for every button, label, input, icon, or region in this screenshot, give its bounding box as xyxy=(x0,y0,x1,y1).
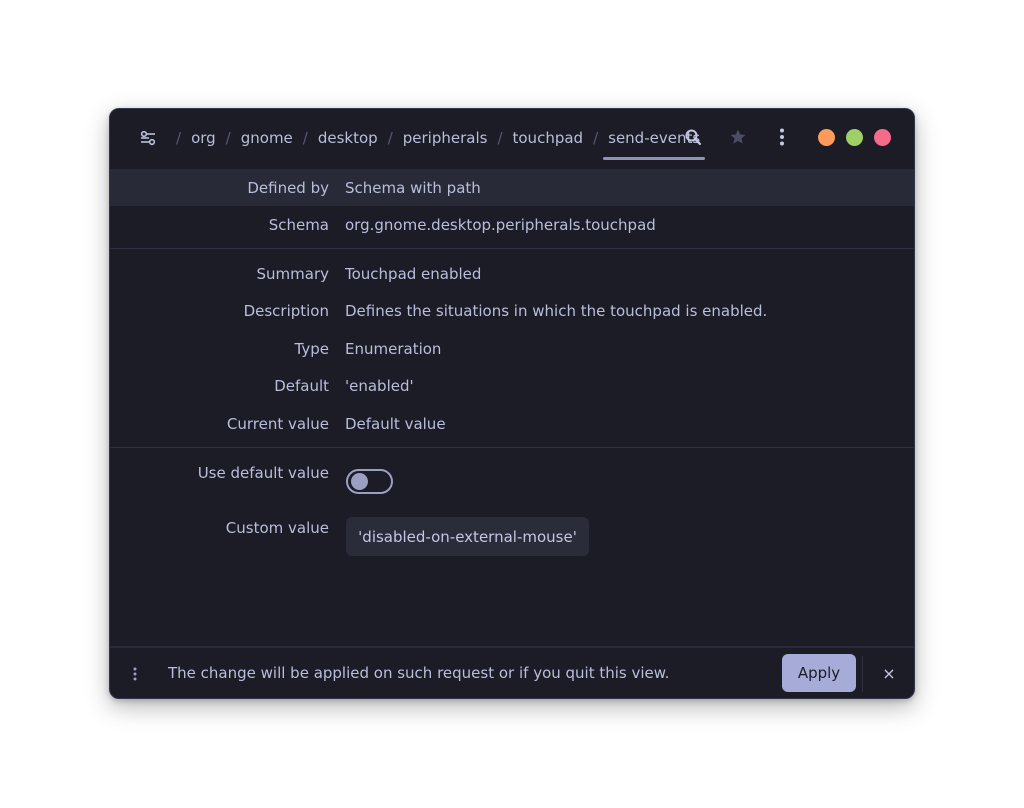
search-button[interactable] xyxy=(683,127,703,147)
default-value: 'enabled' xyxy=(345,376,414,395)
toggle-knob xyxy=(351,473,368,490)
breadcrumb-peripherals[interactable]: peripherals xyxy=(403,129,488,147)
breadcrumb-separator: / xyxy=(593,129,599,147)
breadcrumb: / org / gnome / desktop / peripherals / … xyxy=(140,125,706,160)
settings-sliders-icon[interactable] xyxy=(140,130,156,146)
close-icon[interactable]: × xyxy=(880,662,898,684)
bookmark-button[interactable] xyxy=(728,127,748,147)
search-icon xyxy=(685,129,702,146)
menu-button[interactable] xyxy=(772,127,792,147)
custom-value-field[interactable]: 'disabled-on-external-mouse' xyxy=(346,517,589,556)
divider xyxy=(862,656,863,692)
row-use-default: Use default value xyxy=(110,454,914,491)
breadcrumb-separator: / xyxy=(387,129,393,147)
description-value: Defines the situations in which the touc… xyxy=(345,301,768,320)
default-label: Default xyxy=(274,376,329,395)
defined-by-label: Defined by xyxy=(247,178,329,197)
breadcrumb-separator: / xyxy=(225,129,231,147)
row-default: Default 'enabled' xyxy=(110,367,914,404)
pending-change-message: The change will be applied on such reque… xyxy=(168,664,670,682)
schema-value: org.gnome.desktop.peripherals.touchpad xyxy=(345,215,656,234)
row-schema: Schema org.gnome.desktop.peripherals.tou… xyxy=(110,206,914,243)
current-value-value: Default value xyxy=(345,414,446,433)
bottom-menu-button[interactable] xyxy=(128,664,142,684)
minimize-button[interactable] xyxy=(818,129,835,146)
use-default-label: Use default value xyxy=(197,463,329,482)
breadcrumb-separator: / xyxy=(497,129,503,147)
row-summary: Summary Touchpad enabled xyxy=(110,255,914,292)
header-bar: / org / gnome / desktop / peripherals / … xyxy=(110,109,914,167)
divider xyxy=(110,248,914,249)
vertical-dots-icon xyxy=(780,128,784,146)
bottom-bar: The change will be applied on such reque… xyxy=(110,646,914,698)
defined-by-value: Schema with path xyxy=(345,178,481,197)
app-window: / org / gnome / desktop / peripherals / … xyxy=(109,108,915,699)
summary-label: Summary xyxy=(256,264,330,283)
description-label: Description xyxy=(243,301,329,320)
summary-value: Touchpad enabled xyxy=(345,264,482,283)
divider xyxy=(110,447,914,448)
row-current-value: Current value Default value xyxy=(110,405,914,442)
breadcrumb-org[interactable]: org xyxy=(191,129,216,147)
breadcrumb-gnome[interactable]: gnome xyxy=(241,129,293,147)
custom-value-label: Custom value xyxy=(225,518,329,537)
apply-button[interactable]: Apply xyxy=(782,654,856,692)
vertical-dots-icon xyxy=(133,667,137,681)
use-default-toggle[interactable] xyxy=(346,469,393,494)
type-value: Enumeration xyxy=(345,339,442,358)
current-value-label: Current value xyxy=(226,414,329,433)
schema-label: Schema xyxy=(268,215,329,234)
type-label: Type xyxy=(294,339,329,358)
maximize-button[interactable] xyxy=(846,129,863,146)
star-icon xyxy=(730,129,746,144)
row-type: Type Enumeration xyxy=(110,330,914,367)
breadcrumb-touchpad[interactable]: touchpad xyxy=(513,129,584,147)
breadcrumb-separator: / xyxy=(176,129,182,147)
breadcrumb-desktop[interactable]: desktop xyxy=(318,129,378,147)
breadcrumb-separator: / xyxy=(302,129,308,147)
row-defined-by: Defined by Schema with path xyxy=(110,169,914,206)
row-description: Description Defines the situations in wh… xyxy=(110,292,914,329)
close-window-button[interactable] xyxy=(874,129,891,146)
